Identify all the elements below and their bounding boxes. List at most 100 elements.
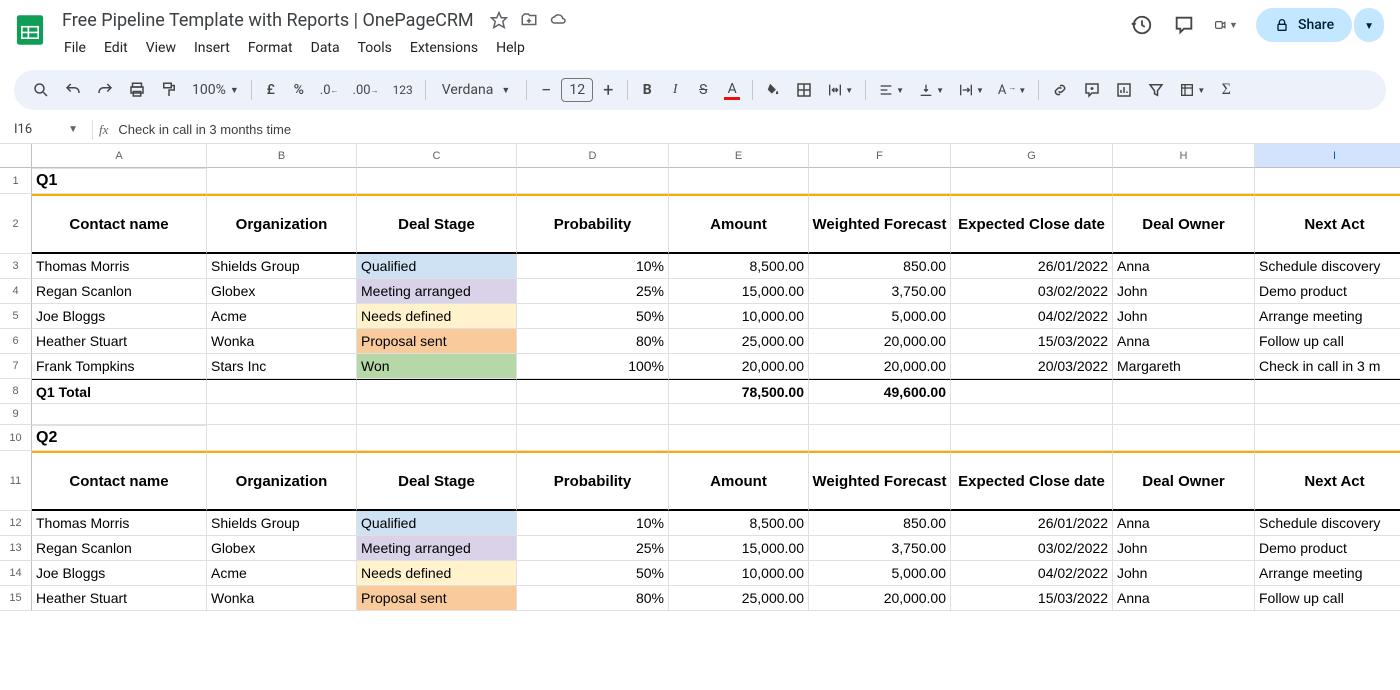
- cell[interactable]: [517, 425, 669, 451]
- cell[interactable]: Wonka: [207, 586, 357, 611]
- cell[interactable]: 49,600.00: [809, 379, 951, 404]
- move-icon[interactable]: [520, 11, 538, 29]
- cell[interactable]: Acme: [207, 304, 357, 329]
- percent-icon[interactable]: %: [286, 76, 312, 104]
- cell[interactable]: Thomas Morris: [32, 511, 207, 536]
- cell[interactable]: 3,750.00: [809, 279, 951, 304]
- borders-icon[interactable]: [789, 76, 819, 104]
- cell[interactable]: [517, 379, 669, 404]
- cell[interactable]: [32, 404, 207, 425]
- menu-file[interactable]: File: [56, 36, 94, 60]
- font-size-input[interactable]: 12: [561, 78, 593, 102]
- search-icon[interactable]: [26, 76, 56, 104]
- cell[interactable]: Meeting arranged: [357, 536, 517, 561]
- cell[interactable]: [951, 379, 1113, 404]
- cell[interactable]: Deal Owner: [1113, 451, 1255, 511]
- menu-tools[interactable]: Tools: [350, 36, 400, 60]
- cell[interactable]: Proposal sent: [357, 329, 517, 354]
- decrease-font-icon[interactable]: −: [533, 76, 559, 104]
- cell[interactable]: 15/03/2022: [951, 586, 1113, 611]
- col-header-G[interactable]: G: [951, 144, 1113, 168]
- merge-icon[interactable]: ▼: [821, 76, 859, 104]
- decrease-decimal-icon[interactable]: .0←: [314, 76, 345, 104]
- cell[interactable]: Acme: [207, 561, 357, 586]
- cell[interactable]: Probability: [517, 194, 669, 254]
- row-header[interactable]: 2: [0, 194, 32, 254]
- cell[interactable]: Joe Bloggs: [32, 561, 207, 586]
- row-header[interactable]: 6: [0, 329, 32, 354]
- cell[interactable]: Expected Close date: [951, 194, 1113, 254]
- cell[interactable]: [357, 379, 517, 404]
- menu-edit[interactable]: Edit: [96, 36, 136, 60]
- col-header-B[interactable]: B: [207, 144, 357, 168]
- row-header[interactable]: 14: [0, 561, 32, 586]
- cell[interactable]: Probability: [517, 451, 669, 511]
- cell[interactable]: Heather Stuart: [32, 329, 207, 354]
- cell[interactable]: Amount: [669, 194, 809, 254]
- cell[interactable]: Weighted Forecast: [809, 194, 951, 254]
- cell[interactable]: Anna: [1113, 511, 1255, 536]
- italic-icon[interactable]: I: [662, 76, 688, 104]
- star-icon[interactable]: [490, 11, 508, 29]
- cell[interactable]: 20,000.00: [669, 354, 809, 379]
- cell[interactable]: [669, 404, 809, 425]
- halign-icon[interactable]: ▼: [872, 76, 910, 104]
- row-header[interactable]: 3: [0, 254, 32, 279]
- history-icon[interactable]: [1130, 13, 1154, 37]
- cell[interactable]: Stars Inc: [207, 354, 357, 379]
- cell[interactable]: [357, 425, 517, 451]
- cell[interactable]: Next Act: [1255, 451, 1400, 511]
- cell[interactable]: 25,000.00: [669, 329, 809, 354]
- cell[interactable]: Amount: [669, 451, 809, 511]
- cell[interactable]: Anna: [1113, 329, 1255, 354]
- row-header[interactable]: 13: [0, 536, 32, 561]
- cell[interactable]: 100%: [517, 354, 669, 379]
- cell[interactable]: [517, 404, 669, 425]
- rotate-icon[interactable]: A→▼: [992, 76, 1032, 104]
- cell[interactable]: 03/02/2022: [951, 536, 1113, 561]
- cell[interactable]: 15/03/2022: [951, 329, 1113, 354]
- paint-format-icon[interactable]: [154, 76, 184, 104]
- cell[interactable]: John: [1113, 536, 1255, 561]
- undo-icon[interactable]: [58, 76, 88, 104]
- cell[interactable]: [207, 425, 357, 451]
- cell[interactable]: 25%: [517, 536, 669, 561]
- cell[interactable]: [207, 379, 357, 404]
- bold-icon[interactable]: B: [634, 76, 660, 104]
- col-header-I[interactable]: I: [1255, 144, 1400, 168]
- fill-color-icon[interactable]: [759, 76, 787, 104]
- share-dropdown[interactable]: ▼: [1354, 8, 1384, 42]
- cell[interactable]: Shields Group: [207, 511, 357, 536]
- share-button[interactable]: Share: [1256, 8, 1352, 42]
- increase-font-icon[interactable]: +: [595, 76, 621, 104]
- cell[interactable]: Anna: [1113, 586, 1255, 611]
- cell[interactable]: [1113, 404, 1255, 425]
- cell[interactable]: [669, 425, 809, 451]
- cell[interactable]: 5,000.00: [809, 304, 951, 329]
- row-header[interactable]: 15: [0, 586, 32, 611]
- cell[interactable]: [357, 404, 517, 425]
- cell[interactable]: 26/01/2022: [951, 511, 1113, 536]
- cell[interactable]: [1255, 379, 1400, 404]
- cell[interactable]: 50%: [517, 561, 669, 586]
- cell[interactable]: Deal Stage: [357, 194, 517, 254]
- row-header[interactable]: 8: [0, 379, 32, 404]
- cell[interactable]: Meeting arranged: [357, 279, 517, 304]
- cell[interactable]: 50%: [517, 304, 669, 329]
- col-header-A[interactable]: A: [32, 144, 207, 168]
- cell[interactable]: Schedule discovery: [1255, 254, 1400, 279]
- cell[interactable]: Arrange meeting: [1255, 304, 1400, 329]
- name-box[interactable]: I16▼: [14, 122, 86, 137]
- functions-icon[interactable]: Σ: [1213, 76, 1239, 104]
- text-color-icon[interactable]: A: [718, 76, 746, 104]
- increase-decimal-icon[interactable]: .00→: [347, 76, 385, 104]
- cell[interactable]: [207, 404, 357, 425]
- menu-insert[interactable]: Insert: [186, 36, 238, 60]
- currency-icon[interactable]: £: [258, 76, 284, 104]
- cell[interactable]: Frank Tompkins: [32, 354, 207, 379]
- print-icon[interactable]: [122, 76, 152, 104]
- cell[interactable]: 850.00: [809, 254, 951, 279]
- cell[interactable]: [809, 425, 951, 451]
- row-header[interactable]: 9: [0, 404, 32, 425]
- valign-icon[interactable]: ▼: [912, 76, 950, 104]
